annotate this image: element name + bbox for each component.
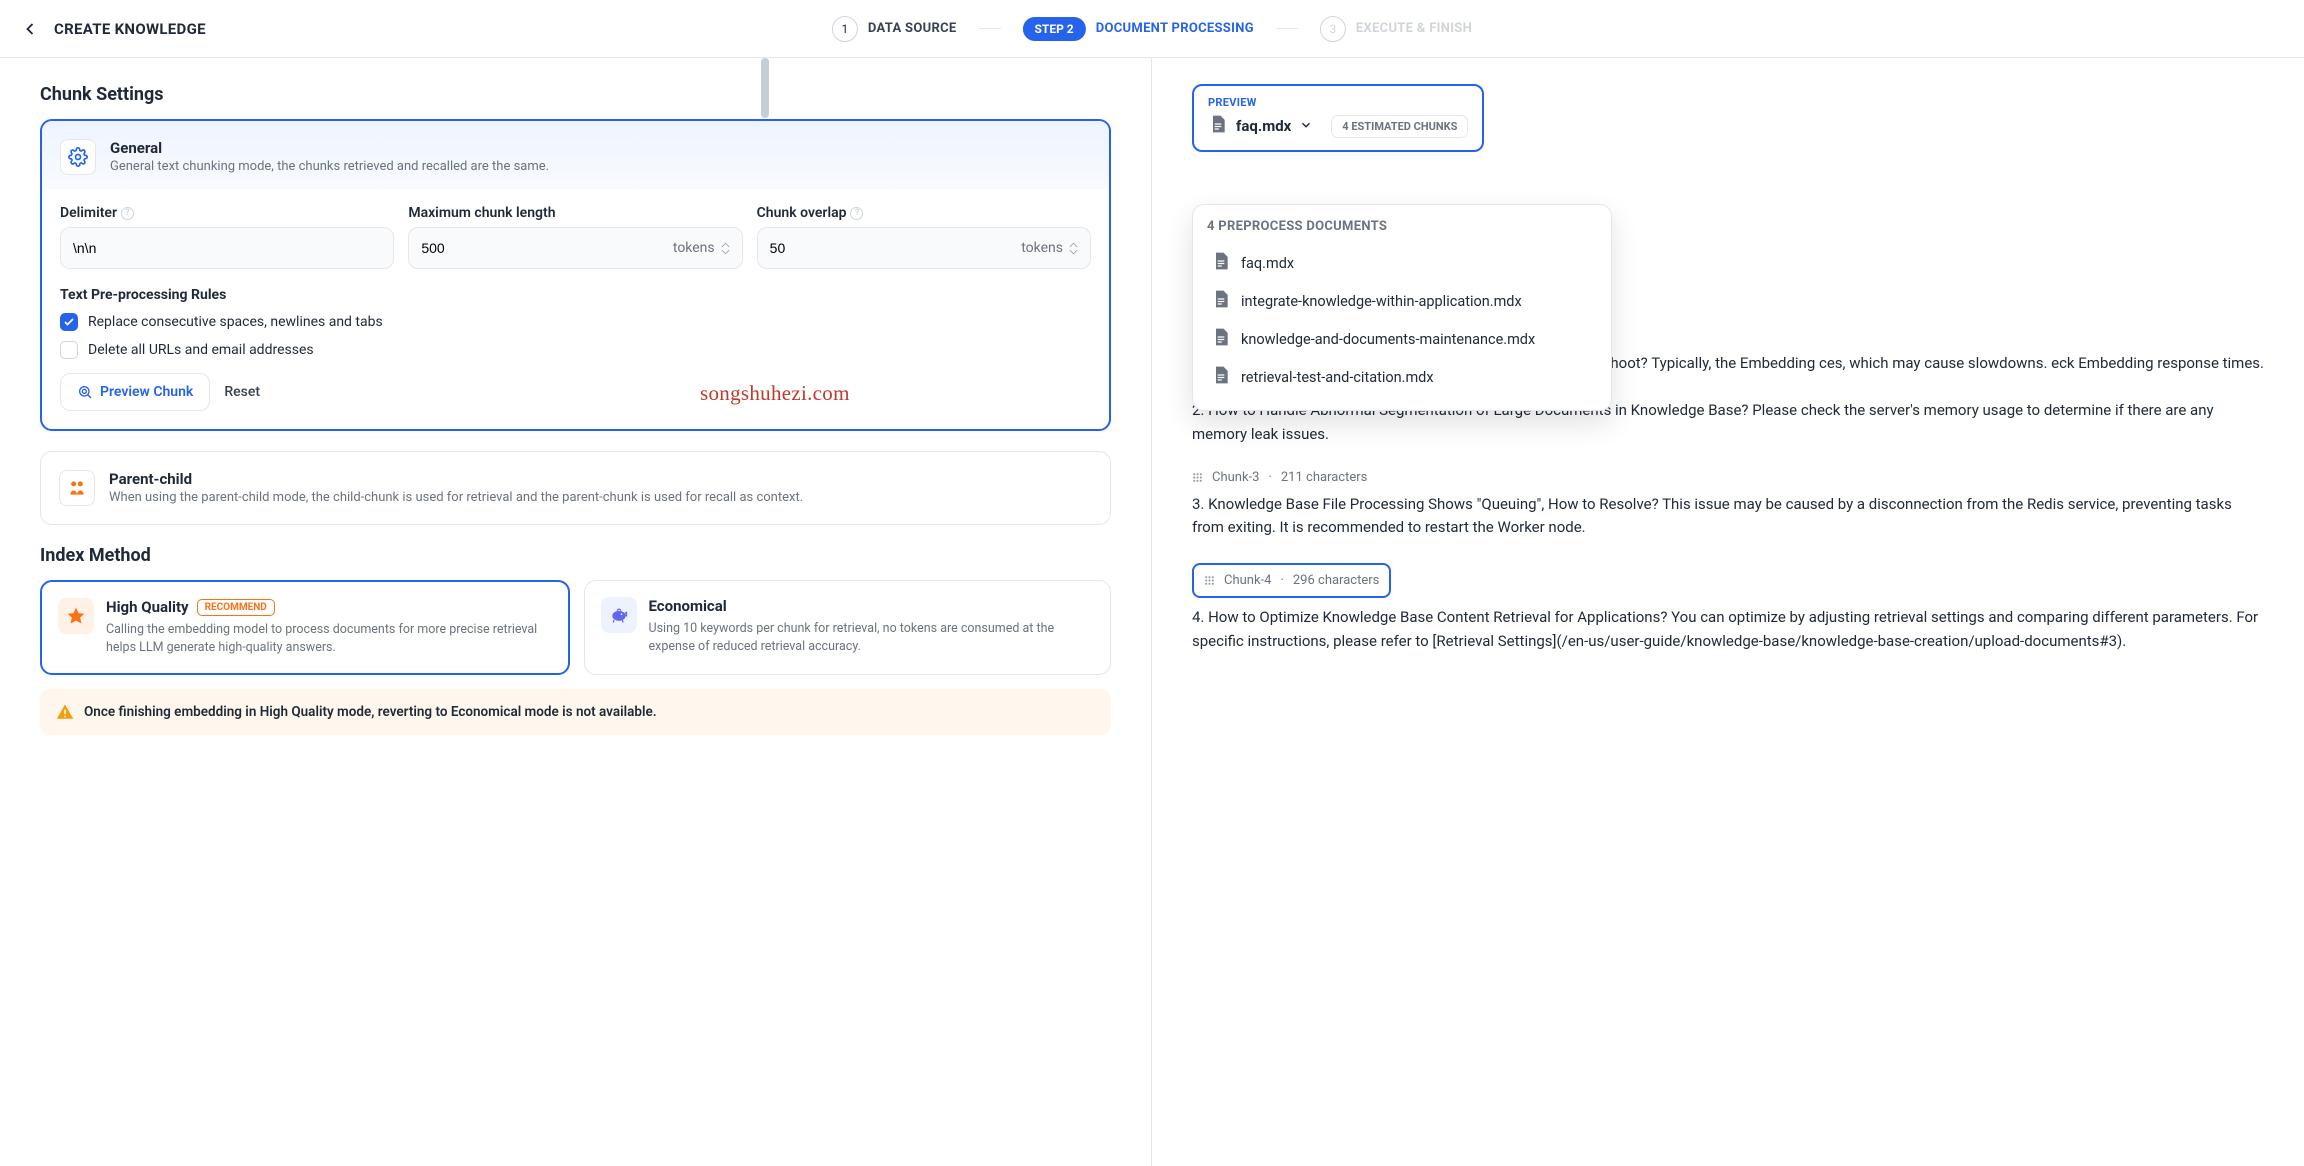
hq-title: High Quality bbox=[106, 598, 189, 616]
rule1-label: Replace consecutive spaces, newlines and… bbox=[88, 314, 383, 330]
scrollbar[interactable] bbox=[761, 58, 769, 118]
tokens-suffix: tokens bbox=[673, 240, 715, 256]
dropdown-item-label: knowledge-and-documents-maintenance.mdx bbox=[1241, 331, 1535, 348]
dot: · bbox=[1268, 470, 1271, 485]
estimated-chunks-badge: 4 ESTIMATED CHUNKS bbox=[1331, 115, 1468, 138]
help-icon[interactable]: ? bbox=[850, 207, 863, 220]
parent-child-card[interactable]: Parent-child When using the parent-child… bbox=[40, 451, 1111, 525]
parent-child-title: Parent-child bbox=[109, 470, 803, 488]
preview-label: PREVIEW bbox=[1208, 96, 1468, 109]
chunk-3-id: Chunk-3 bbox=[1212, 470, 1259, 485]
preview-file-name[interactable]: faq.mdx bbox=[1236, 117, 1291, 135]
rules-title: Text Pre-processing Rules bbox=[60, 287, 1091, 303]
chunk-3: Chunk-3 · 211 characters 3. Knowledge Ba… bbox=[1192, 470, 2264, 540]
chunk-3-text: 3. Knowledge Base File Processing Shows … bbox=[1192, 493, 2264, 540]
step-1-label: DATA SOURCE bbox=[868, 21, 957, 36]
index-method-title: Index Method bbox=[40, 545, 1111, 566]
chunk-4: Chunk-4 · 296 characters 4. How to Optim… bbox=[1192, 563, 2264, 653]
dropdown-item-label: faq.mdx bbox=[1241, 255, 1294, 272]
document-icon bbox=[1211, 289, 1231, 313]
dropdown-item[interactable]: knowledge-and-documents-maintenance.mdx bbox=[1207, 320, 1597, 358]
document-icon bbox=[1211, 365, 1231, 389]
preview-box: PREVIEW faq.mdx 4 ESTIMATED CHUNKS bbox=[1192, 84, 1484, 152]
rule2-label: Delete all URLs and email addresses bbox=[88, 342, 314, 358]
general-desc: General text chunking mode, the chunks r… bbox=[110, 159, 549, 174]
star-icon bbox=[58, 598, 94, 634]
warning-text: Once finishing embedding in High Quality… bbox=[84, 704, 657, 720]
document-icon bbox=[1208, 114, 1228, 138]
gear-icon bbox=[60, 139, 96, 175]
right-panel: PREVIEW faq.mdx 4 ESTIMATED CHUNKS 4 PRE… bbox=[1152, 58, 2304, 1166]
preview-chunk-button[interactable]: Preview Chunk bbox=[60, 373, 210, 411]
stepper: 1 DATA SOURCE STEP 2 DOCUMENT PROCESSING… bbox=[832, 16, 1472, 42]
chunk-4-id: Chunk-4 bbox=[1224, 573, 1271, 588]
dropdown-item-label: retrieval-test-and-citation.mdx bbox=[1241, 369, 1434, 386]
economical-card[interactable]: Economical Using 10 keywords per chunk f… bbox=[584, 580, 1112, 675]
page-title: CREATE KNOWLEDGE bbox=[54, 20, 206, 38]
back-arrow-icon[interactable] bbox=[20, 19, 40, 39]
number-spinner[interactable] bbox=[1069, 242, 1078, 255]
step-data-source[interactable]: 1 DATA SOURCE bbox=[832, 16, 957, 42]
dropdown-item[interactable]: retrieval-test-and-citation.mdx bbox=[1207, 358, 1597, 396]
dropdown-item-label: integrate-knowledge-within-application.m… bbox=[1241, 293, 1522, 310]
left-panel: Chunk Settings General General text chun… bbox=[0, 58, 1152, 1166]
maxlen-input[interactable]: tokens bbox=[408, 227, 742, 269]
warning-icon bbox=[56, 703, 74, 721]
document-icon bbox=[1211, 251, 1231, 275]
step-divider bbox=[1276, 28, 1298, 29]
chunk-4-text: 4. How to Optimize Knowledge Base Conten… bbox=[1192, 606, 2264, 653]
rule1-checkbox[interactable] bbox=[60, 313, 78, 331]
delimiter-label: Delimiter bbox=[60, 205, 117, 221]
reset-button[interactable]: Reset bbox=[224, 384, 260, 400]
chunk-3-chars: 211 characters bbox=[1281, 470, 1367, 485]
step-document-processing[interactable]: STEP 2 DOCUMENT PROCESSING bbox=[1023, 17, 1254, 41]
overlap-input[interactable]: tokens bbox=[757, 227, 1091, 269]
step-2-pill: STEP 2 bbox=[1023, 17, 1086, 41]
number-spinner[interactable] bbox=[721, 242, 730, 255]
warning-banner: Once finishing embedding in High Quality… bbox=[40, 689, 1111, 735]
recommend-badge: RECOMMEND bbox=[197, 599, 275, 616]
eco-desc: Using 10 keywords per chunk for retrieva… bbox=[649, 620, 1095, 656]
document-icon bbox=[1211, 327, 1231, 351]
high-quality-card[interactable]: High Quality RECOMMEND Calling the embed… bbox=[40, 580, 570, 675]
file-dropdown: 4 PREPROCESS DOCUMENTS faq.mdx integrate-… bbox=[1192, 204, 1612, 411]
chunk-4-chars: 296 characters bbox=[1293, 573, 1379, 588]
rule2-checkbox[interactable] bbox=[60, 341, 78, 359]
dot: · bbox=[1280, 573, 1283, 588]
grip-icon[interactable] bbox=[1192, 472, 1203, 483]
dropdown-title: 4 PREPROCESS DOCUMENTS bbox=[1207, 219, 1597, 234]
general-card-header: General General text chunking mode, the … bbox=[42, 121, 1109, 189]
step-3-label: EXECUTE & FINISH bbox=[1356, 21, 1472, 36]
preview-chunk-label: Preview Chunk bbox=[100, 384, 193, 400]
dropdown-item[interactable]: integrate-knowledge-within-application.m… bbox=[1207, 282, 1597, 320]
parent-child-desc: When using the parent-child mode, the ch… bbox=[109, 490, 803, 505]
eco-title: Economical bbox=[649, 597, 1095, 615]
maxlen-label: Maximum chunk length bbox=[408, 205, 555, 221]
general-card[interactable]: General General text chunking mode, the … bbox=[40, 119, 1111, 431]
parent-child-icon bbox=[59, 470, 95, 506]
piggy-icon bbox=[601, 597, 637, 633]
overlap-label: Chunk overlap bbox=[757, 205, 847, 221]
step-execute-finish[interactable]: 3 EXECUTE & FINISH bbox=[1320, 16, 1472, 42]
step-1-number: 1 bbox=[832, 16, 858, 42]
general-title: General bbox=[110, 139, 549, 157]
grip-icon[interactable] bbox=[1204, 575, 1215, 586]
hq-desc: Calling the embedding model to process d… bbox=[106, 621, 552, 657]
dropdown-item[interactable]: faq.mdx bbox=[1207, 244, 1597, 282]
chunk-settings-title: Chunk Settings bbox=[40, 84, 1111, 105]
step-divider bbox=[979, 28, 1001, 29]
step-2-label: DOCUMENT PROCESSING bbox=[1096, 21, 1254, 36]
help-icon[interactable]: ? bbox=[121, 207, 134, 220]
chevron-down-icon[interactable] bbox=[1299, 117, 1313, 136]
app-header: CREATE KNOWLEDGE 1 DATA SOURCE STEP 2 DO… bbox=[0, 0, 2304, 58]
tokens-suffix: tokens bbox=[1021, 240, 1063, 256]
step-3-number: 3 bbox=[1320, 16, 1346, 42]
delimiter-input[interactable] bbox=[60, 227, 394, 269]
